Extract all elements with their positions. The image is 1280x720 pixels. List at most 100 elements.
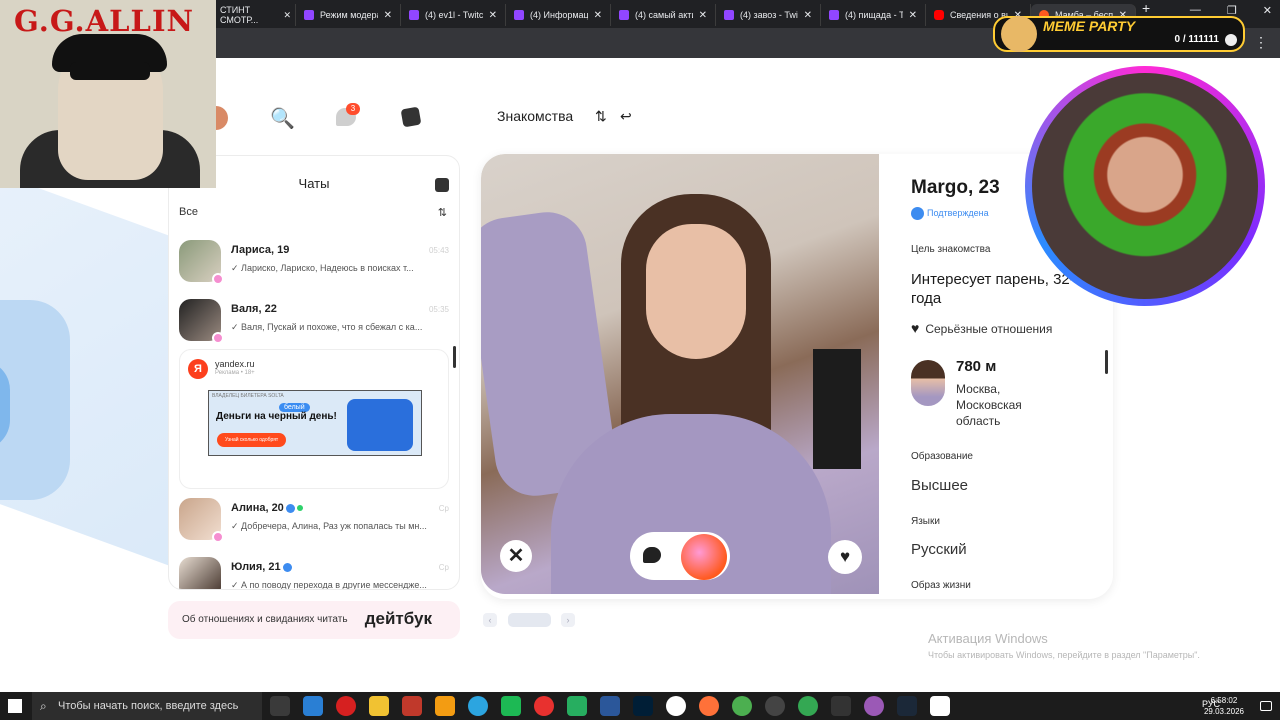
page-title: Знакомства xyxy=(497,108,574,124)
chat-name: Валя, 22 xyxy=(231,303,277,315)
verified-icon xyxy=(282,562,292,572)
taskbar-apps xyxy=(270,696,950,716)
datebook-banner[interactable]: Об отношениях и свиданиях читать дейтбук xyxy=(168,601,460,639)
compose-icon[interactable] xyxy=(435,178,449,192)
firefox-icon[interactable] xyxy=(699,696,719,716)
dislike-button[interactable]: ✕ xyxy=(500,540,532,572)
search-icon[interactable]: 🔍 xyxy=(270,106,295,131)
profile-photo[interactable] xyxy=(481,154,879,594)
goal-label: Цель знакомства xyxy=(911,244,991,255)
tab-close-icon[interactable]: ✕ xyxy=(384,10,392,21)
tab-close-icon[interactable]: ✕ xyxy=(804,10,812,21)
verified-badge: Подтверждена xyxy=(911,207,989,220)
location: Москва, Московская область xyxy=(956,382,1022,428)
tab-stream[interactable]: СТИНТ СМОТР... ✕ xyxy=(216,4,296,26)
twitch-icon xyxy=(304,10,314,20)
windows-start-icon[interactable] xyxy=(8,699,22,713)
chat-item[interactable]: Лариса, 19 05:43 ✓ Лариско, Лариско, Над… xyxy=(169,238,459,294)
telegram-icon[interactable] xyxy=(468,696,488,716)
meme-party-score: 0 / 111111 xyxy=(1174,34,1219,45)
avatar xyxy=(179,557,221,589)
tab-twitch-info[interactable]: (4) Информаци... ✕ xyxy=(506,4,611,26)
chat-item[interactable]: Алина, 20 Ср ✓ Добречера, Алина, Раз уж … xyxy=(169,496,459,552)
scrollbar[interactable] xyxy=(1105,350,1108,374)
tab-close-icon[interactable]: ✕ xyxy=(489,10,497,21)
tab-title: (4) пищада - Tw... xyxy=(845,10,903,20)
vlc-icon[interactable] xyxy=(435,696,455,716)
next-photo-button[interactable]: › xyxy=(561,613,575,627)
chat-item[interactable]: Валя, 22 05:35 ✓ Валя, Пускай и похоже, … xyxy=(169,297,459,353)
twitch-icon xyxy=(409,10,419,20)
chrome-icon[interactable] xyxy=(798,696,818,716)
steam-icon[interactable] xyxy=(897,696,917,716)
chat-message: ✓ Лариско, Лариско, Надеюсь в поисках т.… xyxy=(231,263,414,273)
photoshop-icon[interactable] xyxy=(633,696,653,716)
education-value: Высшее xyxy=(911,477,969,494)
app-icon[interactable] xyxy=(402,696,422,716)
tab-twitch-zavoz[interactable]: (4) завоз - Twitc... ✕ xyxy=(716,4,821,26)
avatar xyxy=(179,498,224,543)
app-icon[interactable] xyxy=(501,696,521,716)
app-icon[interactable] xyxy=(534,696,554,716)
undo-icon[interactable]: ↩ xyxy=(620,108,632,125)
ad-button[interactable]: Узнай сколько одобрят xyxy=(217,433,287,447)
filter-icon[interactable]: ⇅ xyxy=(595,108,607,125)
scrollbar[interactable] xyxy=(453,346,456,368)
sort-icon[interactable]: ⇅ xyxy=(438,206,447,219)
app-icon[interactable] xyxy=(303,696,323,716)
meme-party-widget: MEME PARTY 0 / 111111 xyxy=(993,16,1245,52)
verified-icon xyxy=(911,207,924,220)
yandex-browser-icon[interactable] xyxy=(666,696,686,716)
taskbar-search[interactable]: ⌕ Чтобы начать поиск, введите здесь запр… xyxy=(32,692,262,720)
tab-close-icon[interactable]: ✕ xyxy=(594,10,602,21)
tab-close-icon[interactable]: ✕ xyxy=(909,10,917,21)
opera-icon[interactable] xyxy=(336,696,356,716)
folder-icon[interactable] xyxy=(369,696,389,716)
word-icon[interactable] xyxy=(600,696,620,716)
app-icon[interactable] xyxy=(567,696,587,716)
clock[interactable]: 6:58:02 29.03.2026 xyxy=(1204,695,1244,717)
photo-indicator xyxy=(508,613,551,627)
notification-icon[interactable] xyxy=(1260,701,1272,711)
tab-twitch-pishada[interactable]: (4) пищада - Tw... ✕ xyxy=(821,4,926,26)
chat-item[interactable]: Юлия, 21 Ср ✓ А по поводу перехода в дру… xyxy=(169,555,459,589)
activation-subtitle: Чтобы активировать Windows, перейдите в … xyxy=(928,650,1200,660)
chats-filter-all[interactable]: Все xyxy=(179,206,198,218)
cards-icon[interactable] xyxy=(400,106,422,128)
chat-time: 05:35 xyxy=(428,305,449,314)
app-icon[interactable] xyxy=(864,696,884,716)
ad-site: yandex.ru xyxy=(215,359,255,369)
tab-title: Режим модера... xyxy=(320,10,378,20)
ad-banner[interactable]: ВЛАДЕЛЕЦ БИЛЕТЕРА SOLTA белый Деньги на … xyxy=(208,390,422,456)
like-button[interactable] xyxy=(681,534,727,580)
tab-twitch-active[interactable]: (4) самый акти... ✕ xyxy=(611,4,716,26)
chrome-icon[interactable] xyxy=(732,696,752,716)
tab-title: (4) Информаци... xyxy=(530,10,588,20)
sunglasses-icon xyxy=(70,62,150,80)
tab-close-icon[interactable]: ✕ xyxy=(699,10,707,21)
clock-time: 6:58:02 xyxy=(1210,696,1238,705)
background-shape xyxy=(0,300,70,500)
tab-twitch-ev1l[interactable]: (4) ev1l - Twitch ✕ xyxy=(401,4,506,26)
relationship-type: ♥ Серьёзные отношения xyxy=(911,320,1052,336)
task-view-icon[interactable] xyxy=(270,696,290,716)
app-icon[interactable] xyxy=(831,696,851,716)
lifestyle-label: Образ жизни xyxy=(911,580,971,591)
taskbar-search-placeholder: Чтобы начать поиск, введите здесь запрос xyxy=(58,700,239,712)
obs-icon[interactable] xyxy=(765,696,785,716)
tab-close-icon[interactable]: ✕ xyxy=(283,10,291,21)
banner-text: Об отношениях и свиданиях читать xyxy=(182,614,348,625)
app-icon[interactable] xyxy=(930,696,950,716)
status-dot xyxy=(212,273,224,285)
ad-label: Реклама • 18+ xyxy=(215,370,255,376)
chat-name: Алина, 20 xyxy=(231,502,303,514)
tab-twitch-moderator[interactable]: Режим модера... ✕ xyxy=(296,4,401,26)
ad-block[interactable]: Я yandex.ru Реклама • 18+ ВЛАДЕЛЕЦ БИЛЕТ… xyxy=(179,349,449,489)
prev-photo-button[interactable]: ‹ xyxy=(483,613,497,627)
close-window-button[interactable]: ✕ xyxy=(1263,4,1272,17)
message-icon[interactable] xyxy=(643,547,661,563)
browser-menu-icon[interactable]: ⋮ xyxy=(1254,34,1268,51)
heart-button[interactable]: ♥ xyxy=(828,540,862,574)
verified-label: Подтверждена xyxy=(927,207,989,218)
webcam-overlay xyxy=(1025,66,1265,306)
